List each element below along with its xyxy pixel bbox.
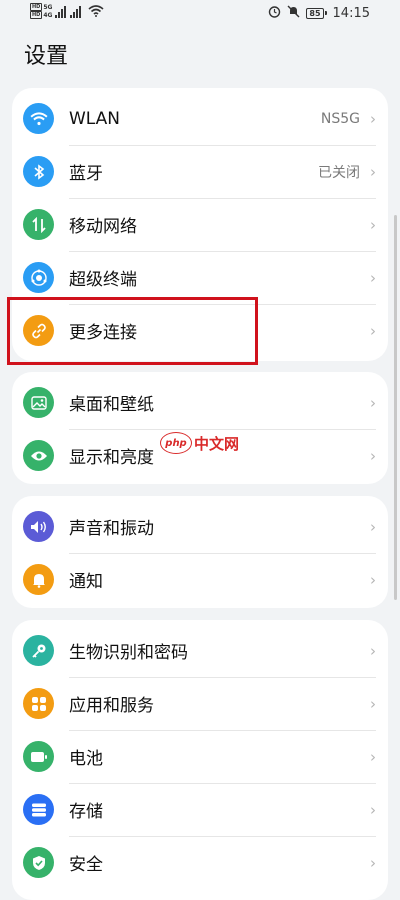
- speaker-icon: [23, 511, 54, 542]
- settings-item-label: 安全: [69, 855, 103, 875]
- settings-item-label: 存储: [69, 802, 103, 822]
- settings-item-biometrics-password[interactable]: 生物识别和密码 ›: [12, 624, 388, 677]
- settings-item-security[interactable]: 安全 ›: [12, 836, 388, 889]
- mobile-data-icon: [23, 209, 54, 240]
- wifi-icon: [23, 103, 54, 134]
- super-device-icon: [23, 262, 54, 293]
- settings-group-sound: 声音和振动 › 通知 ›: [12, 496, 388, 608]
- settings-item-label: 通知: [69, 572, 103, 592]
- highlight-box: [7, 297, 258, 365]
- hd-badge: HD: [30, 3, 43, 11]
- status-left: HD 5G HD 4G: [30, 3, 104, 19]
- settings-item-label: 蓝牙: [69, 164, 103, 184]
- settings-group-system: 生物识别和密码 › 应用和服务 › 电池 › 存储 › 安全 ›: [12, 620, 388, 900]
- chevron-right-icon: ›: [370, 747, 376, 766]
- watermark-logo: php: [160, 432, 192, 454]
- settings-item-storage[interactable]: 存储 ›: [12, 783, 388, 836]
- chevron-right-icon: ›: [370, 853, 376, 872]
- chevron-right-icon: ›: [370, 517, 376, 536]
- watermark-text: 中文网: [194, 434, 240, 453]
- network-type-label: 5G: [43, 3, 53, 11]
- settings-item-label: 应用和服务: [69, 696, 154, 716]
- chevron-right-icon: ›: [370, 800, 376, 819]
- chevron-right-icon: ›: [370, 162, 376, 181]
- settings-item-wlan[interactable]: WLAN NS5G ›: [12, 92, 388, 145]
- key-icon: [23, 635, 54, 666]
- watermark: php 中文网: [160, 432, 239, 454]
- settings-item-apps-services[interactable]: 应用和服务 ›: [12, 677, 388, 730]
- shield-icon: [23, 847, 54, 878]
- settings-item-bluetooth[interactable]: 蓝牙 已关闭 ›: [12, 145, 388, 198]
- signal-icon: [55, 4, 67, 18]
- battery-icon: [23, 741, 54, 772]
- chevron-right-icon: ›: [370, 694, 376, 713]
- settings-item-label: 移动网络: [69, 217, 137, 237]
- chevron-right-icon: ›: [370, 109, 376, 128]
- hd-badge: HD: [30, 11, 43, 19]
- battery-level: 85: [306, 7, 324, 19]
- bluetooth-icon: [23, 156, 54, 187]
- settings-item-value: NS5G: [320, 110, 360, 127]
- network-type-label: 4G: [43, 11, 53, 19]
- chevron-right-icon: ›: [370, 268, 376, 287]
- signal-icon: [70, 4, 82, 18]
- settings-item-label: 电池: [69, 749, 103, 769]
- settings-item-label: 桌面和壁纸: [69, 395, 154, 415]
- clock: 14:15: [332, 5, 370, 21]
- chevron-right-icon: ›: [370, 446, 376, 465]
- settings-item-mobile-network[interactable]: 移动网络 ›: [12, 198, 388, 251]
- status-right: 85 14:15: [268, 5, 370, 21]
- alarm-icon: [268, 5, 281, 21]
- battery-indicator: 85: [306, 7, 327, 19]
- mute-icon: [287, 5, 300, 21]
- settings-item-value: 已关闭: [318, 164, 360, 181]
- chevron-right-icon: ›: [370, 641, 376, 660]
- apps-icon: [23, 688, 54, 719]
- settings-item-label: WLAN: [69, 108, 121, 129]
- wifi-icon: [88, 5, 104, 17]
- settings-item-sound-vibration[interactable]: 声音和振动 ›: [12, 500, 388, 553]
- chevron-right-icon: ›: [370, 570, 376, 589]
- eye-icon: [23, 440, 54, 471]
- settings-item-label: 超级终端: [69, 270, 137, 290]
- settings-item-label: 声音和振动: [69, 519, 154, 539]
- hd-indicators: HD 5G HD 4G: [30, 3, 52, 19]
- settings-item-label: 生物识别和密码: [69, 643, 188, 663]
- page-title: 设置: [24, 44, 69, 69]
- settings-item-wallpaper[interactable]: 桌面和壁纸 ›: [12, 376, 388, 429]
- chevron-right-icon: ›: [370, 393, 376, 412]
- settings-item-battery[interactable]: 电池 ›: [12, 730, 388, 783]
- scrollbar[interactable]: [394, 215, 397, 600]
- chevron-right-icon: ›: [370, 321, 376, 340]
- wallpaper-icon: [23, 387, 54, 418]
- bell-icon: [23, 564, 54, 595]
- settings-group-display: 桌面和壁纸 › 显示和亮度 ›: [12, 372, 388, 484]
- status-bar: HD 5G HD 4G 85 14:15: [0, 0, 400, 28]
- chevron-right-icon: ›: [370, 215, 376, 234]
- settings-item-label: 显示和亮度: [69, 448, 154, 468]
- storage-icon: [23, 794, 54, 825]
- settings-item-notifications[interactable]: 通知 ›: [12, 553, 388, 606]
